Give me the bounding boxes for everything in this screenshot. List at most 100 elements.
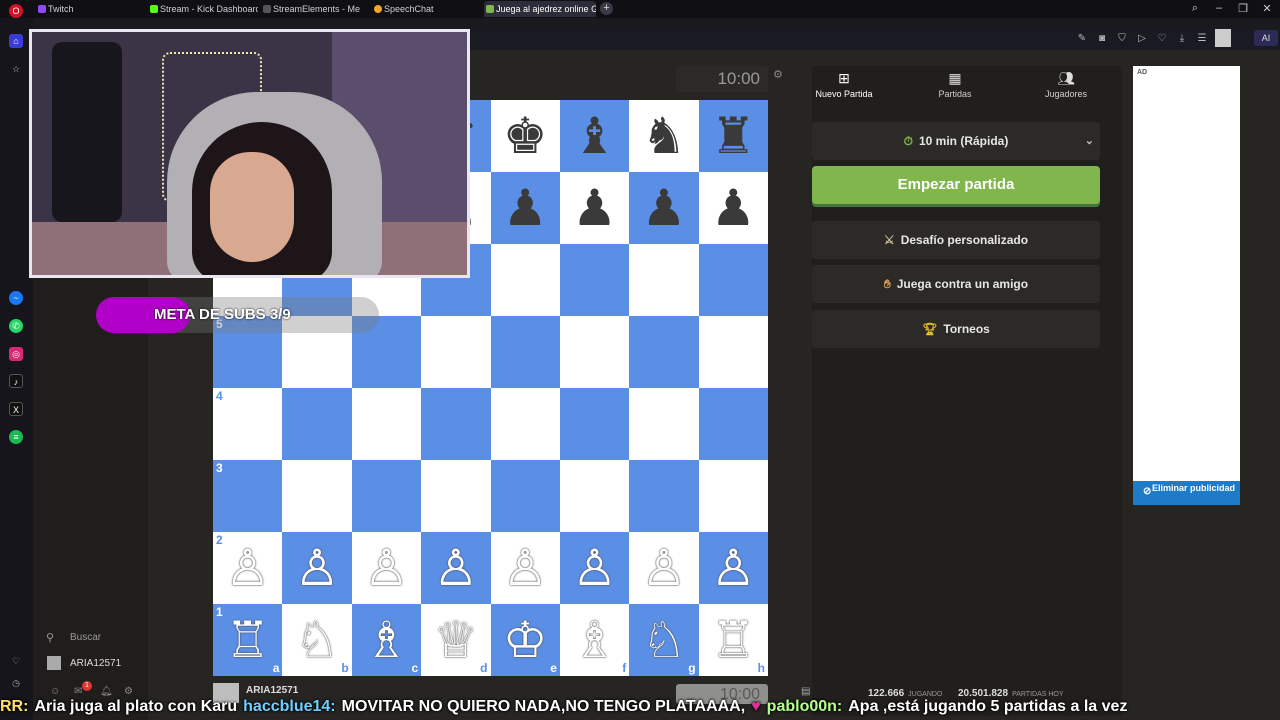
tab-streamelements[interactable]: StreamElements - Me (261, 1, 369, 17)
white-piece[interactable]: ♖ (711, 612, 756, 668)
white-piece[interactable]: ♙ (572, 540, 617, 596)
board-square[interactable] (351, 460, 422, 532)
tab-twitch[interactable]: Twitch (36, 1, 146, 17)
menu-icon[interactable]: ☰ (1196, 33, 1208, 45)
white-piece[interactable]: ♙ (295, 540, 340, 596)
nav-search-label[interactable]: Buscar (70, 632, 101, 643)
board-square[interactable]: ♙ (490, 532, 560, 604)
board-square[interactable]: ♝ (559, 100, 630, 172)
black-piece[interactable]: ♟ (572, 180, 617, 236)
white-piece[interactable]: ♕ (433, 612, 478, 668)
board-square[interactable]: ♙ (698, 532, 768, 604)
board-square[interactable]: ♘ b (282, 604, 352, 676)
white-piece[interactable]: ♙ (642, 540, 687, 596)
white-piece[interactable]: ♙ (711, 540, 756, 596)
white-piece[interactable]: ♗ (572, 612, 617, 668)
board-square[interactable] (629, 244, 699, 316)
board-square[interactable] (282, 460, 352, 532)
shield-icon[interactable]: ⛉ (1116, 33, 1128, 45)
board-square[interactable]: ♙ (559, 532, 630, 604)
board-square[interactable] (559, 460, 630, 532)
tab-games[interactable]: ▦ Partidas (907, 70, 1003, 99)
black-piece[interactable]: ♜ (711, 108, 756, 164)
white-piece[interactable]: ♙ (433, 540, 478, 596)
messenger-icon[interactable]: ~ (9, 291, 23, 305)
star-icon[interactable]: ☆ (9, 62, 23, 76)
edit-icon[interactable]: ✎ (1076, 33, 1088, 45)
tab-players[interactable]: 👥︎ Jugadores (1018, 70, 1114, 99)
board-square[interactable]: ♗ f (559, 604, 630, 676)
new-tab-button[interactable]: + (600, 2, 613, 15)
board-square[interactable]: ♞ (629, 100, 699, 172)
board-square[interactable] (490, 316, 560, 388)
tab-chess[interactable]: Juega al ajedrez online G (484, 1, 596, 17)
board-square[interactable]: ♟ (490, 172, 560, 244)
board-square[interactable] (421, 388, 491, 460)
board-square[interactable]: ♚ (490, 100, 560, 172)
spotify-icon[interactable]: ≡ (9, 430, 23, 444)
tab-kick-dashboard[interactable]: Stream - Kick Dashboard (148, 1, 258, 17)
board-square[interactable]: ♔ e (490, 604, 560, 676)
black-piece[interactable]: ♞ (642, 108, 687, 164)
board-square[interactable]: ♖ 1 a (213, 604, 283, 676)
instagram-icon[interactable]: ◎ (9, 347, 23, 361)
camera-icon[interactable]: ◙ (1096, 33, 1108, 45)
white-piece[interactable]: ♘ (295, 612, 340, 668)
board-square[interactable] (559, 244, 630, 316)
tab-new-game[interactable]: ⊞ Nuevo Partida (796, 70, 892, 99)
tab-speechchat[interactable]: SpeechChat (372, 1, 480, 17)
board-square[interactable] (629, 460, 699, 532)
board-square[interactable]: ♖ h (698, 604, 768, 676)
board-square[interactable]: ♗ c (351, 604, 422, 676)
white-piece[interactable]: ♔ (503, 612, 548, 668)
white-piece[interactable]: ♘ (642, 612, 687, 668)
board-square[interactable]: 4 (213, 388, 283, 460)
board-square[interactable]: ♙ (629, 532, 699, 604)
white-piece[interactable]: ♖ (225, 612, 270, 668)
custom-challenge-button[interactable]: ⚔︎ Desafío personalizado (812, 221, 1100, 259)
heart-icon[interactable]: ♡ (9, 654, 23, 668)
black-piece[interactable]: ♟ (711, 180, 756, 236)
board-square[interactable]: ♙ (351, 532, 422, 604)
board-square[interactable]: ♟ (629, 172, 699, 244)
board-square[interactable]: ♜ (698, 100, 768, 172)
settings-gear-icon[interactable]: ⚙ (773, 68, 783, 81)
board-square[interactable] (698, 244, 768, 316)
nav-user-label[interactable]: ARIA12571 (70, 658, 121, 669)
search-icon[interactable]: ⚲ (46, 631, 54, 644)
board-square[interactable] (490, 388, 560, 460)
x-icon[interactable]: X (9, 402, 23, 416)
black-piece[interactable]: ♟ (503, 180, 548, 236)
profile-avatar[interactable] (1215, 29, 1231, 47)
white-piece[interactable]: ♗ (364, 612, 409, 668)
board-square[interactable]: ♕ d (421, 604, 491, 676)
board-square[interactable] (421, 460, 491, 532)
board-square[interactable] (629, 316, 699, 388)
maximize-icon[interactable]: ❐ (1235, 2, 1251, 15)
white-piece[interactable]: ♙ (503, 540, 548, 596)
board-square[interactable] (629, 388, 699, 460)
board-square[interactable] (698, 460, 768, 532)
board-square[interactable] (282, 388, 352, 460)
play-friend-button[interactable]: ✋︎ Juega contra un amigo (812, 265, 1100, 303)
home-icon[interactable]: ⌂ (9, 34, 23, 48)
start-game-button[interactable]: Empezar partida (812, 166, 1100, 204)
black-piece[interactable]: ♟ (642, 180, 687, 236)
board-square[interactable] (490, 244, 560, 316)
board-square[interactable]: ♟ (698, 172, 768, 244)
board-square[interactable]: ♙ (421, 532, 491, 604)
tournaments-button[interactable]: 🏆︎ Torneos (812, 310, 1100, 348)
board-square[interactable] (421, 316, 491, 388)
black-piece[interactable]: ♝ (572, 108, 617, 164)
board-square[interactable]: 3 (213, 460, 283, 532)
black-piece[interactable]: ♚ (503, 108, 548, 164)
ai-button[interactable]: AI (1254, 30, 1278, 46)
board-square[interactable] (698, 388, 768, 460)
time-control-select[interactable]: ⏱︎ 10 min (Rápida) ⌄ (812, 122, 1100, 160)
white-piece[interactable]: ♙ (225, 540, 270, 596)
board-square[interactable] (490, 460, 560, 532)
board-square[interactable] (559, 316, 630, 388)
remove-ads-button[interactable]: ⊘ Eliminar publicidad (1133, 481, 1240, 505)
board-square[interactable]: ♙ (282, 532, 352, 604)
download-icon[interactable]: ⤓ (1176, 33, 1188, 45)
